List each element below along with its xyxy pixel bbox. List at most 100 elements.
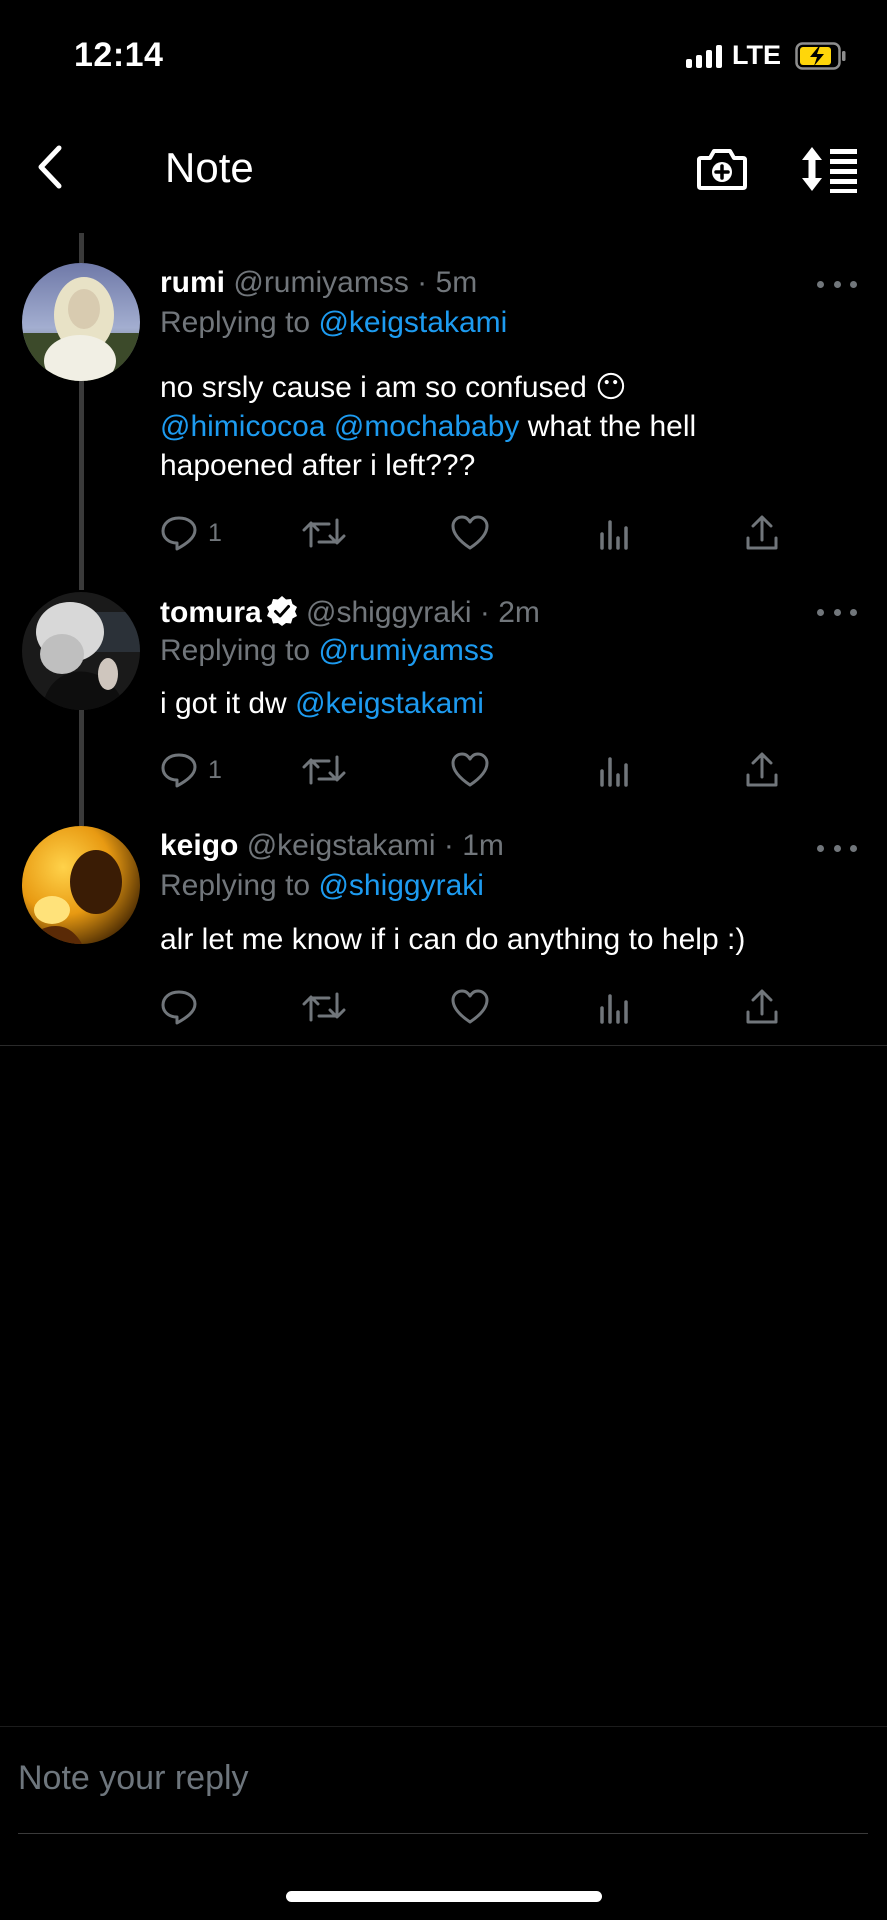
display-name[interactable]: rumi [160,266,225,299]
tweet-text-line: hapoened after i left??? [160,449,476,482]
reply-icon [161,990,197,1025]
tweet-text-line: @himicocoa @mochababy what the hell [160,407,860,446]
replying-to: Replying to @shiggyraki [160,869,484,903]
replying-to: Replying to @rumiyamss [160,634,494,668]
avatar[interactable] [22,263,140,381]
timestamp: 5m [435,266,478,299]
thread-connector [79,233,84,263]
more-options-button[interactable] [817,838,857,858]
timestamp: 1m [462,829,504,862]
reply-button[interactable] [160,985,208,1029]
heart-icon [451,989,489,1024]
thread-connector [79,380,84,590]
like-button[interactable] [450,748,490,792]
sort-thread-icon [802,147,857,193]
reply-count: 1 [208,755,222,784]
avatar-image [22,826,140,944]
tweet-body: no srsly cause i am so confused 😶 @himic… [160,368,860,485]
share-button[interactable] [744,748,780,792]
tweet-actions [160,985,780,1029]
replying-prefix: Replying to [160,634,311,667]
camera-button[interactable] [695,144,749,194]
like-button[interactable] [450,511,490,555]
bar-chart-icon [600,757,628,787]
signal-icon [686,44,722,68]
status-indicators: LTE [686,40,847,71]
bar-chart-icon [600,520,628,550]
tweet-text: alr let me know if i can do anything to … [160,923,746,956]
retweet-button[interactable] [302,748,346,792]
share-icon [746,515,778,550]
reply-icon [161,516,197,551]
avatar-image [22,592,140,710]
views-button[interactable] [598,985,632,1029]
avatar-image [22,263,140,381]
display-name[interactable]: tomura [160,596,262,629]
replying-to: Replying to @keigstakami [160,306,507,340]
more-options-button[interactable] [817,602,857,622]
share-icon [746,989,778,1024]
thread-divider [0,1045,887,1046]
mention-link[interactable]: @mochababy [334,410,520,443]
mention-link[interactable]: @himicocoa [160,410,326,443]
separator-dot: · [443,829,454,862]
like-button[interactable] [450,985,490,1029]
reply-button[interactable]: 1 [160,748,222,792]
mention-link[interactable]: @keigstakami [295,687,484,720]
reply-input[interactable] [18,1748,868,1808]
display-name[interactable]: keigo [160,829,238,862]
reply-button[interactable]: 1 [160,511,222,555]
tweet-text: i got it dw [160,687,296,720]
tweet-text-line: no srsly cause i am so confused 😶 [160,371,627,404]
avatar[interactable] [22,826,140,944]
chevron-left-icon [38,145,62,189]
tweet-actions: 1 [160,511,780,555]
status-bar: 12:14 LTE [0,0,887,110]
user-handle[interactable]: @shiggyraki [306,596,472,629]
views-button[interactable] [598,511,632,555]
tweet-header: keigo @keigstakami · 1m [160,829,504,863]
share-icon [746,752,778,787]
share-button[interactable] [744,511,780,555]
replying-to-mention[interactable]: @shiggyraki [318,869,484,902]
composer-divider [0,1726,887,1727]
retweet-button[interactable] [302,985,346,1029]
network-label: LTE [732,40,781,70]
replying-prefix: Replying to [160,869,311,902]
nav-header: Note [0,130,887,210]
views-button[interactable] [598,748,632,792]
heart-icon [451,752,489,787]
user-handle[interactable]: @rumiyamss [233,266,408,299]
tweet-header: tomura @shiggyraki · 2m [160,595,540,630]
verified-badge-icon [266,596,297,626]
bar-chart-icon [600,994,628,1024]
user-handle[interactable]: @keigstakami [247,829,436,862]
thread-connector [79,710,84,826]
composer-underline [18,1833,868,1834]
reply-count: 1 [208,518,222,547]
share-button[interactable] [744,985,780,1029]
camera-plus-icon [697,149,747,190]
retweet-icon [302,755,346,785]
replying-prefix: Replying to [160,306,311,339]
retweet-icon [302,992,346,1022]
app-screen: 12:14 LTE Note rumi @rumiyamss · 5m Repl… [0,0,887,1920]
tweet-header: rumi @rumiyamss · 5m [160,266,477,300]
replying-to-mention[interactable]: @rumiyamss [318,634,493,667]
more-options-button[interactable] [817,274,857,294]
back-button[interactable] [28,142,72,192]
timestamp: 2m [498,596,540,629]
retweet-button[interactable] [302,511,346,555]
page-title: Note [165,144,254,191]
replying-to-mention[interactable]: @keigstakami [318,306,507,339]
status-time: 12:14 [74,36,164,74]
avatar[interactable] [22,592,140,710]
retweet-icon [302,518,346,548]
tweet-actions: 1 [160,748,780,792]
sort-button[interactable] [800,144,860,194]
home-indicator[interactable] [286,1891,602,1902]
tweet-body: alr let me know if i can do anything to … [160,920,860,959]
reply-icon [161,753,197,788]
separator-dot: · [479,596,490,629]
tweet-text: what the hell [519,410,697,443]
